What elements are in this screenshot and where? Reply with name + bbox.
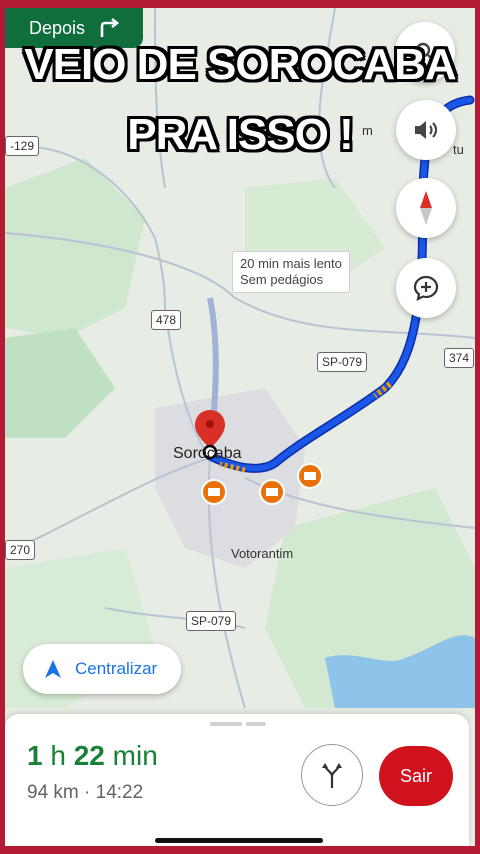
city-label-votorantim: Votorantim [231, 546, 294, 561]
callout-tolls: Sem pedágios [240, 272, 324, 287]
speed-camera-icon[interactable] [259, 479, 285, 505]
drag-handle[interactable] [210, 722, 266, 726]
trip-duration: 1 h 22 min [27, 740, 158, 771]
navigation-screen: Sorocaba Votorantim tu m -129 478 SP-079… [5, 8, 475, 846]
alternative-route-callout[interactable]: 20 min mais lento Sem pedágios [232, 251, 350, 293]
city-label-sorocaba: Sorocaba [173, 445, 242, 462]
road-shield: 270 [5, 540, 36, 560]
alternate-routes-button[interactable] [301, 744, 363, 806]
video-caption-line2: PRA ISSO ! [127, 110, 354, 159]
compass-icon [420, 191, 432, 225]
recenter-button[interactable]: Centralizar [23, 644, 181, 694]
video-frame: Sorocaba Votorantim tu m -129 478 SP-079… [0, 0, 480, 854]
road-shield: 374 [444, 348, 475, 368]
callout-delay: 20 min mais lento [240, 256, 342, 271]
trip-summary-sheet[interactable]: 1 h 22 min 94 km · 14:22 Sair [5, 714, 469, 846]
speed-camera-icon[interactable] [201, 479, 227, 505]
report-add-icon [413, 275, 439, 302]
road-shield: SP-079 [186, 611, 237, 631]
road-shield: SP-079 [317, 352, 368, 372]
trip-distance-arrival: 94 km · 14:22 [27, 782, 144, 803]
road-shield: 478 [151, 310, 182, 330]
turn-right-icon [100, 18, 120, 37]
navigation-arrow-icon [45, 660, 61, 678]
report-button[interactable] [396, 258, 456, 318]
exit-navigation-button[interactable]: Sair [379, 746, 453, 806]
speed-camera-icon[interactable] [297, 463, 323, 489]
video-caption-line1: VEIO DE SOROCABA [24, 40, 456, 89]
system-home-indicator[interactable] [155, 838, 323, 843]
next-turn-label: Depois [29, 17, 86, 38]
compass-button[interactable] [396, 178, 456, 238]
route-options-icon [322, 763, 342, 788]
recenter-label: Centralizar [75, 659, 158, 678]
